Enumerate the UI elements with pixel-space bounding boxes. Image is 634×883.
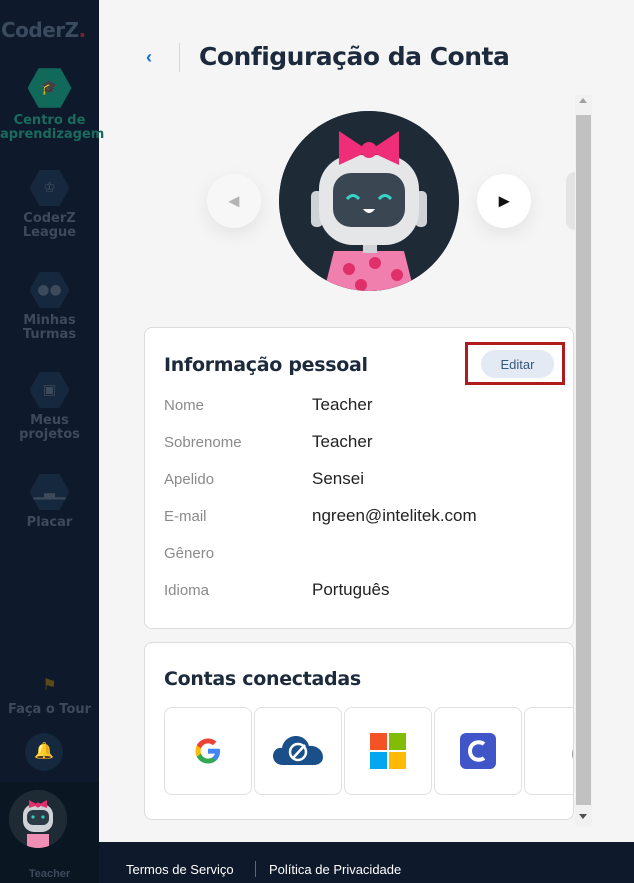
microsoft-icon	[370, 733, 406, 769]
chevron-right-icon: ▸	[498, 190, 510, 212]
take-tour-button[interactable]: ⚑ Faça o Tour	[0, 675, 99, 717]
field-value-nickname: Sensei	[312, 469, 364, 488]
chevron-left-icon: ◂	[228, 190, 240, 212]
sidebar-item-my-projects[interactable]: ▣ Meus projetos	[0, 370, 99, 442]
scroll-up-icon[interactable]	[579, 98, 587, 103]
field-value-email: ngreen@intelitek.com	[312, 506, 477, 525]
sidebar-item-label: Centro de aprendizagem	[0, 113, 105, 142]
user-name: Teacher	[28, 868, 71, 880]
page-title: Configuração da Conta	[199, 42, 510, 71]
sidebar-item-label: Placar	[26, 515, 73, 530]
sidebar-item-label: Meus projetos	[19, 413, 80, 442]
microsoft-account-button[interactable]	[344, 707, 432, 795]
trophy-icon: ♔	[29, 170, 70, 206]
owl-account-button[interactable]	[524, 707, 573, 795]
sidebar-item-my-classes[interactable]: ●● Minhas Turmas	[0, 270, 99, 342]
app-logo[interactable]: CoderZ.	[0, 18, 100, 42]
sidebar-item-label: CoderZ League	[22, 211, 77, 240]
bell-icon[interactable]: 🔔	[25, 733, 63, 771]
google-account-button[interactable]	[164, 707, 252, 795]
logo-text: CoderZ	[1, 18, 79, 42]
footer-divider	[255, 861, 256, 877]
connected-accounts-title: Contas conectadas	[164, 668, 361, 690]
field-value-first-name: Teacher	[312, 395, 373, 414]
owl-icon	[572, 749, 573, 759]
privacy-policy-link[interactable]: Política de Privacidade	[269, 862, 401, 877]
edit-button[interactable]: Editar	[481, 350, 554, 378]
sidebar-item-label: Minhas Turmas	[22, 313, 77, 342]
title-divider	[179, 43, 180, 72]
next-avatar-button[interactable]: ▸	[477, 174, 531, 228]
flag-icon: ⚑	[42, 675, 57, 694]
user-menu[interactable]: Teacher	[0, 782, 99, 883]
podium-icon: ▁▃▁	[29, 474, 70, 510]
field-label-last-name: Sobrenome	[164, 434, 242, 451]
field-label-email: E-mail	[164, 508, 207, 525]
cloud-icon	[273, 736, 323, 765]
field-label-nickname: Apelido	[164, 471, 215, 488]
google-icon	[195, 738, 220, 764]
footer: Termos de Serviço Política de Privacidad…	[99, 842, 634, 883]
field-label-gender: Gênero	[164, 545, 215, 562]
avatar	[9, 790, 67, 848]
clever-account-button[interactable]	[434, 707, 522, 795]
field-value-last-name: Teacher	[312, 432, 373, 451]
selected-avatar	[279, 111, 459, 291]
sidebar: CoderZ. 🎓 Centro de aprendizagem ♔ Coder…	[0, 0, 105, 883]
c-icon	[460, 733, 496, 769]
cloud-account-button[interactable]	[254, 707, 342, 795]
briefcase-icon: ▣	[29, 372, 70, 408]
next-avatar-preview	[566, 172, 575, 230]
previous-avatar-button[interactable]: ◂	[207, 174, 261, 228]
field-value-language: Português	[312, 580, 390, 599]
field-label-language: Idioma	[164, 582, 210, 599]
personal-info-card: Informação pessoal Editar Nome Teacher S…	[144, 327, 574, 629]
back-chevron-icon[interactable]: ‹	[146, 47, 162, 67]
personal-info-title: Informação pessoal	[164, 354, 368, 376]
field-label-first-name: Nome	[164, 397, 205, 414]
scrollbar-thumb[interactable]	[576, 115, 591, 805]
graduation-cap-icon: 🎓	[27, 68, 72, 108]
sidebar-item-coderz-league[interactable]: ♔ CoderZ League	[0, 168, 99, 240]
scroll-down-icon[interactable]	[579, 814, 587, 819]
terms-of-service-link[interactable]: Termos de Serviço	[126, 862, 234, 877]
take-tour-label: Faça o Tour	[7, 702, 92, 717]
sidebar-item-leaderboard[interactable]: ▁▃▁ Placar	[0, 472, 99, 530]
sidebar-item-learning-center[interactable]: 🎓 Centro de aprendizagem	[0, 66, 105, 142]
group-icon: ●●	[29, 272, 70, 308]
connected-accounts-card: Contas conectadas	[144, 642, 574, 820]
content-scrollbar[interactable]	[575, 95, 592, 826]
